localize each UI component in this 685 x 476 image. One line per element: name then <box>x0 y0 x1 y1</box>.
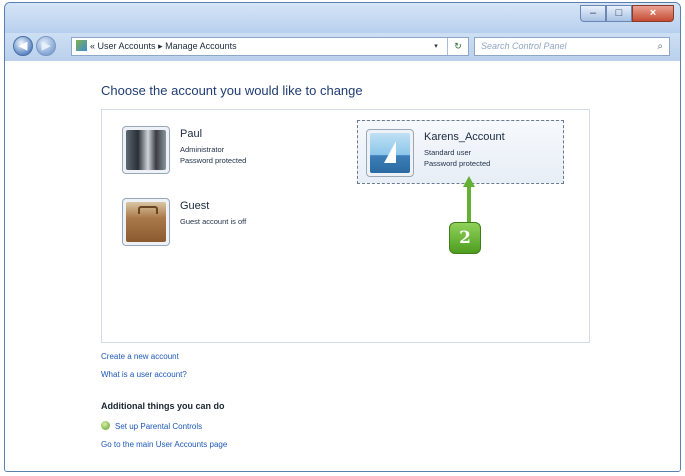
create-account-link[interactable]: Create a new account <box>101 352 179 361</box>
refresh-icon[interactable]: ↻ <box>447 38 468 55</box>
account-status: Guest account is off <box>180 217 247 226</box>
breadcrumb-user-accounts[interactable]: User Accounts <box>98 41 156 51</box>
account-type: Administrator <box>180 145 225 154</box>
account-status: Password protected <box>424 159 491 168</box>
maximize-button[interactable]: □ <box>606 5 632 22</box>
search-input[interactable]: Search Control Panel ⌕ <box>474 37 670 56</box>
account-name: Paul <box>180 128 203 140</box>
main-user-accounts-link[interactable]: Go to the main User Accounts page <box>101 440 227 449</box>
search-placeholder: Search Control Panel <box>481 41 567 51</box>
address-bar[interactable]: « User Accounts ▸ Manage Accounts ▾ ↻ <box>71 37 469 56</box>
what-is-user-account-link[interactable]: What is a user account? <box>101 370 187 379</box>
forward-button[interactable]: ▶ <box>36 36 56 56</box>
account-name: Karens_Account <box>424 131 505 143</box>
close-button[interactable]: × <box>632 5 674 22</box>
account-type: Standard user <box>424 148 472 157</box>
address-dropdown-icon[interactable]: ▾ <box>430 38 442 55</box>
manage-accounts-window: – □ × ◀ ▶ « User Accounts ▸ Manage Accou… <box>4 2 681 472</box>
address-prefix[interactable]: « <box>90 41 95 51</box>
minimize-button[interactable]: – <box>580 5 606 22</box>
search-icon[interactable]: ⌕ <box>657 38 663 55</box>
account-name: Guest <box>180 200 210 212</box>
caption-buttons: – □ × <box>580 5 674 23</box>
step-badge: 2 <box>449 222 481 254</box>
briefcase-icon <box>122 198 170 246</box>
account-karens-account[interactable]: Karens_Account Standard user Password pr… <box>357 120 564 184</box>
sailboat-icon <box>366 129 414 177</box>
page-title: Choose the account you would like to cha… <box>101 83 363 98</box>
parental-controls-link[interactable]: Set up Parental Controls <box>101 421 202 431</box>
account-guest[interactable]: Guest Guest account is off <box>122 198 322 248</box>
parental-controls-icon <box>101 421 110 430</box>
account-status: Password protected <box>180 156 247 165</box>
account-paul[interactable]: Paul Administrator Password protected <box>122 126 322 176</box>
main-content: Choose the account you would like to cha… <box>5 61 680 471</box>
breadcrumb-manage-accounts[interactable]: Manage Accounts <box>165 41 237 51</box>
parental-controls-label[interactable]: Set up Parental Controls <box>115 422 202 431</box>
back-button[interactable]: ◀ <box>13 36 33 56</box>
people-photo-icon <box>122 126 170 174</box>
breadcrumb-separator-icon[interactable]: ▸ <box>158 41 163 51</box>
accounts-panel: Paul Administrator Password protected Ka… <box>101 109 590 343</box>
navigation-bar: ◀ ▶ « User Accounts ▸ Manage Accounts ▾ … <box>5 33 680 61</box>
additional-things-heading: Additional things you can do <box>101 401 225 411</box>
title-bar[interactable]: – □ × <box>5 3 680 33</box>
control-panel-icon <box>76 40 87 51</box>
